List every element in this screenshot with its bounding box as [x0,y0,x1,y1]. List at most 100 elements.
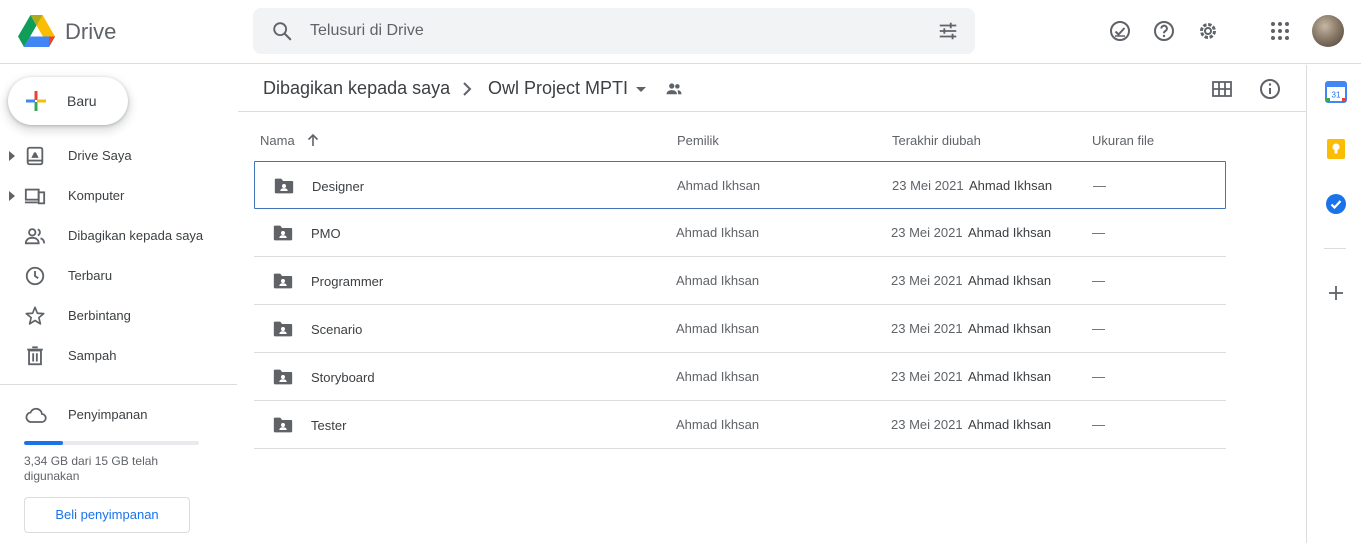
sidebar-item-label: Dibagikan kepada saya [68,228,204,243]
storage-progress-fill [24,441,64,445]
new-button[interactable]: Baru [8,77,128,125]
buy-storage-button[interactable]: Beli penyimpanan [24,497,190,533]
shared-folder-icon [273,369,293,385]
calendar-day: 31 [1332,91,1341,100]
file-owner: Ahmad Ikhsan [676,369,760,384]
storage-label[interactable]: Penyimpanan [68,407,148,422]
sidebar-item-label: Terbaru [68,268,113,283]
trash-icon [27,346,43,366]
shared-folder-people-icon [666,83,682,95]
file-name: Storyboard [311,370,375,385]
plus-icon [26,91,46,111]
sidebar-item-drive-saya[interactable]: Drive Saya [0,138,238,174]
tasks-icon[interactable] [1325,193,1347,215]
new-button-label: Baru [67,93,97,109]
offline-check-icon[interactable] [1108,19,1132,43]
storage-progress-bar [24,441,199,445]
file-row[interactable]: Storyboard Ahmad Ikhsan 23 Mei 2021 Ahmad I… [254,353,1226,401]
sidebar-item-shared[interactable]: Dibagikan kepada saya [0,218,238,254]
chevron-down-icon[interactable] [634,82,648,96]
top-bar: Drive [0,0,1361,64]
file-owner: Ahmad Ikhsan [676,225,760,240]
help-icon[interactable] [1152,19,1176,43]
file-row[interactable]: Scenario Ahmad Ikhsan 23 Mei 2021 Ahmad Ikh… [254,305,1226,353]
shared-folder-icon [273,273,293,289]
sidebar-item-sampah[interactable]: Sampah [0,338,238,374]
add-addon-icon[interactable] [1325,282,1347,304]
shared-folder-icon [273,417,293,433]
file-row[interactable]: Tester Ahmad Ikhsan 23 Mei 2021 Ahmad Ikhsa… [254,401,1226,449]
column-header-size[interactable]: Ukuran file [1092,133,1154,148]
column-header-owner[interactable]: Pemilik [677,133,719,148]
column-header-name[interactable]: Nama [260,133,295,148]
shared-folder-icon [274,178,294,194]
file-modified-date: 23 Mei 2021 [891,273,963,288]
sidebar-item-label: Drive Saya [68,148,132,163]
file-modified-date: 23 Mei 2021 [891,225,963,240]
cloud-icon [25,407,47,423]
grid-view-icon[interactable] [1210,77,1234,101]
sidebar: Baru Drive Saya Komputer Dibagikan kepad… [0,65,238,543]
apps-grid-icon[interactable] [1268,19,1292,43]
file-modified-by: Ahmad Ikhsan [968,273,1052,288]
file-modified-date: 23 Mei 2021 [892,178,964,193]
sidebar-item-berbintang[interactable]: Berbintang [0,298,238,334]
toolbar-divider [238,111,1306,112]
file-size: — [1092,369,1105,384]
column-header-modified[interactable]: Terakhir diubah [892,133,981,148]
file-modified-by: Ahmad Ikhsan [968,417,1052,432]
computer-icon [24,188,46,205]
sidebar-item-label: Komputer [68,188,125,203]
settings-icon[interactable] [1196,19,1220,43]
search-input[interactable] [310,18,910,44]
file-row[interactable]: Programmer Ahmad Ikhsan 23 Mei 2021 Ahmad I… [254,257,1226,305]
file-row[interactable]: Designer Ahmad Ikhsan 23 Mei 2021 Ahmad Ikh… [254,161,1226,209]
file-name: Designer [312,179,365,194]
expand-caret-icon[interactable] [8,151,16,161]
file-modified-by: Ahmad Ikhsan [969,178,1053,193]
tune-icon[interactable] [937,20,959,42]
keep-icon[interactable] [1325,138,1347,160]
main-content: Dibagikan kepada saya Owl Project MPTI N… [238,65,1306,543]
file-owner: Ahmad Ikhsan [676,321,760,336]
info-icon[interactable] [1258,77,1282,101]
sidebar-divider [0,384,237,385]
sidebar-item-komputer[interactable]: Komputer [0,178,238,214]
calendar-icon[interactable]: 31 [1325,81,1347,103]
chevron-right-icon [463,82,472,96]
file-modified-date: 23 Mei 2021 [891,417,963,432]
file-name: Programmer [311,274,384,289]
sidebar-item-label: Sampah [68,348,117,363]
file-size: — [1092,321,1105,336]
file-modified-date: 23 Mei 2021 [891,369,963,384]
sidebar-item-terbaru[interactable]: Terbaru [0,258,238,294]
search-icon[interactable] [271,20,293,42]
file-modified-by: Ahmad Ikhsan [968,369,1052,384]
arrow-up-icon[interactable] [305,132,321,148]
breadcrumb-parent[interactable]: Dibagikan kepada saya [263,78,450,99]
file-owner: Ahmad Ikhsan [676,273,760,288]
file-name: PMO [311,226,341,241]
file-size: — [1092,417,1105,432]
file-modified-by: Ahmad Ikhsan [968,225,1052,240]
file-size: — [1092,225,1105,240]
drive-logo[interactable] [18,14,56,48]
file-name: Tester [311,418,347,433]
file-size: — [1092,273,1105,288]
drive-icon [26,146,44,166]
app-name: Drive [65,19,117,44]
file-owner: Ahmad Ikhsan [677,178,761,193]
file-modified-by: Ahmad Ikhsan [968,321,1052,336]
file-row[interactable]: PMO Ahmad Ikhsan 23 Mei 2021 Ahmad Ikhsan — [254,209,1226,257]
shared-folder-icon [273,321,293,337]
side-panel: 31 [1306,65,1361,543]
expand-caret-icon[interactable] [8,191,16,201]
clock-icon [25,266,45,286]
side-panel-divider [1324,248,1346,249]
breadcrumb-current[interactable]: Owl Project MPTI [488,78,628,99]
avatar[interactable] [1312,15,1344,47]
star-icon [25,306,45,325]
file-size: — [1093,178,1106,193]
search-bar[interactable] [253,8,975,54]
storage-usage-text: 3,34 GB dari 15 GB telah digunakan [24,454,159,483]
